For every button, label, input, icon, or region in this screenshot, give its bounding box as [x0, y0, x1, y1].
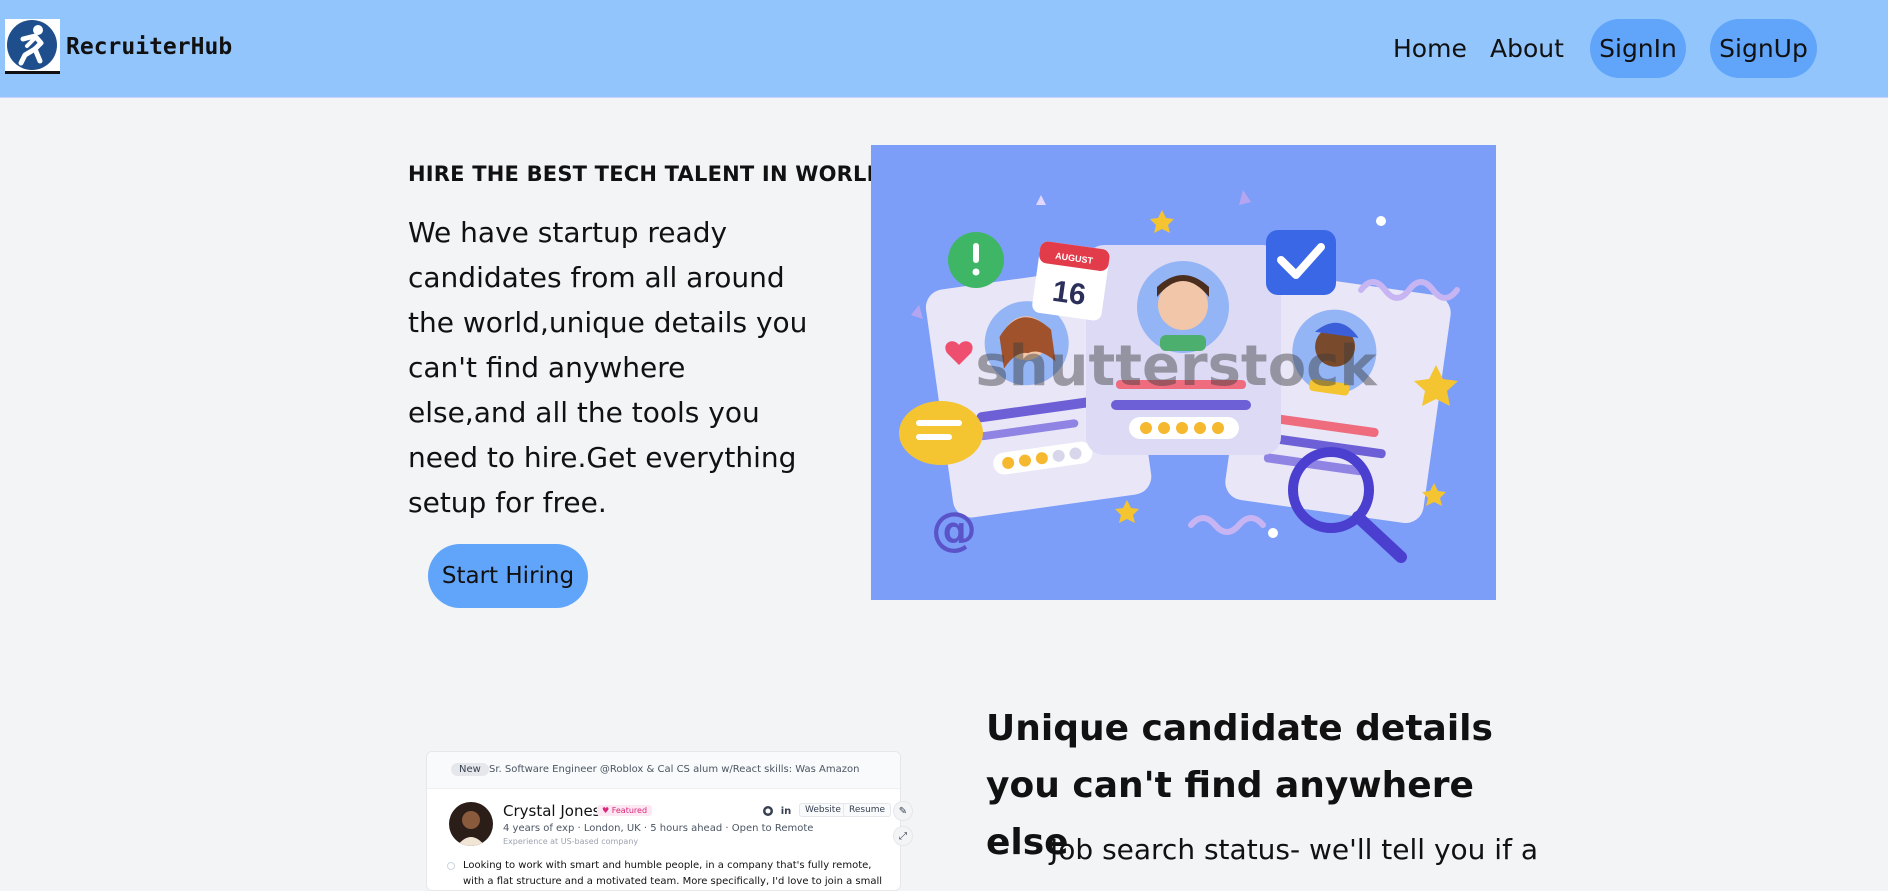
expand-icon[interactable]: ⤢: [893, 826, 913, 846]
resume-link[interactable]: Resume: [843, 803, 892, 817]
top-navbar: RecruiterHub Home About SignIn SignUp: [0, 0, 1888, 98]
candidate-bio: Looking to work with smart and humble pe…: [463, 860, 883, 887]
hero-eyebrow: HIRE THE BEST TECH TALENT IN WORLD: [408, 162, 885, 186]
avatar: [449, 802, 493, 846]
candidate-profile-card: New Sr. Software Engineer @Roblox & Cal …: [426, 751, 901, 891]
candidate-experience-note: Experience at US-based company: [503, 837, 639, 846]
nav-home-link[interactable]: Home: [1393, 34, 1467, 63]
hero-description: We have startup ready candidates from al…: [408, 216, 808, 519]
website-link[interactable]: Website: [799, 803, 847, 817]
start-hiring-button[interactable]: Start Hiring: [428, 544, 588, 608]
nav-about-link[interactable]: About: [1490, 34, 1564, 63]
calendar-day: 16: [1050, 275, 1088, 312]
linkedin-icon[interactable]: in: [779, 804, 793, 818]
signin-button[interactable]: SignIn: [1590, 19, 1686, 78]
new-badge: New: [451, 763, 489, 776]
signup-button[interactable]: SignUp: [1710, 19, 1817, 78]
candidate-meta: 4 years of exp · London, UK · 5 hours ah…: [503, 823, 814, 834]
bio-bullet-icon: [447, 862, 455, 870]
hero-illustration: AUGUST 16 @ shutterstock: [871, 145, 1496, 600]
runner-logo-icon[interactable]: [5, 19, 60, 74]
card-header: New Sr. Software Engineer @Roblox & Cal …: [427, 752, 900, 789]
github-icon[interactable]: [761, 804, 775, 818]
featured-badge: ♥ Featured: [597, 805, 653, 816]
shutterstock-watermark: shutterstock: [975, 334, 1378, 399]
svg-text:@: @: [931, 502, 977, 556]
candidate-headline: Sr. Software Engineer @Roblox & Cal CS a…: [489, 764, 860, 775]
brand-name[interactable]: RecruiterHub: [66, 34, 232, 60]
feature-description: Job search status- we'll tell you if a: [1050, 833, 1539, 866]
candidate-name: Crystal Jones: [503, 802, 601, 820]
note-icon[interactable]: ✎: [893, 801, 913, 821]
